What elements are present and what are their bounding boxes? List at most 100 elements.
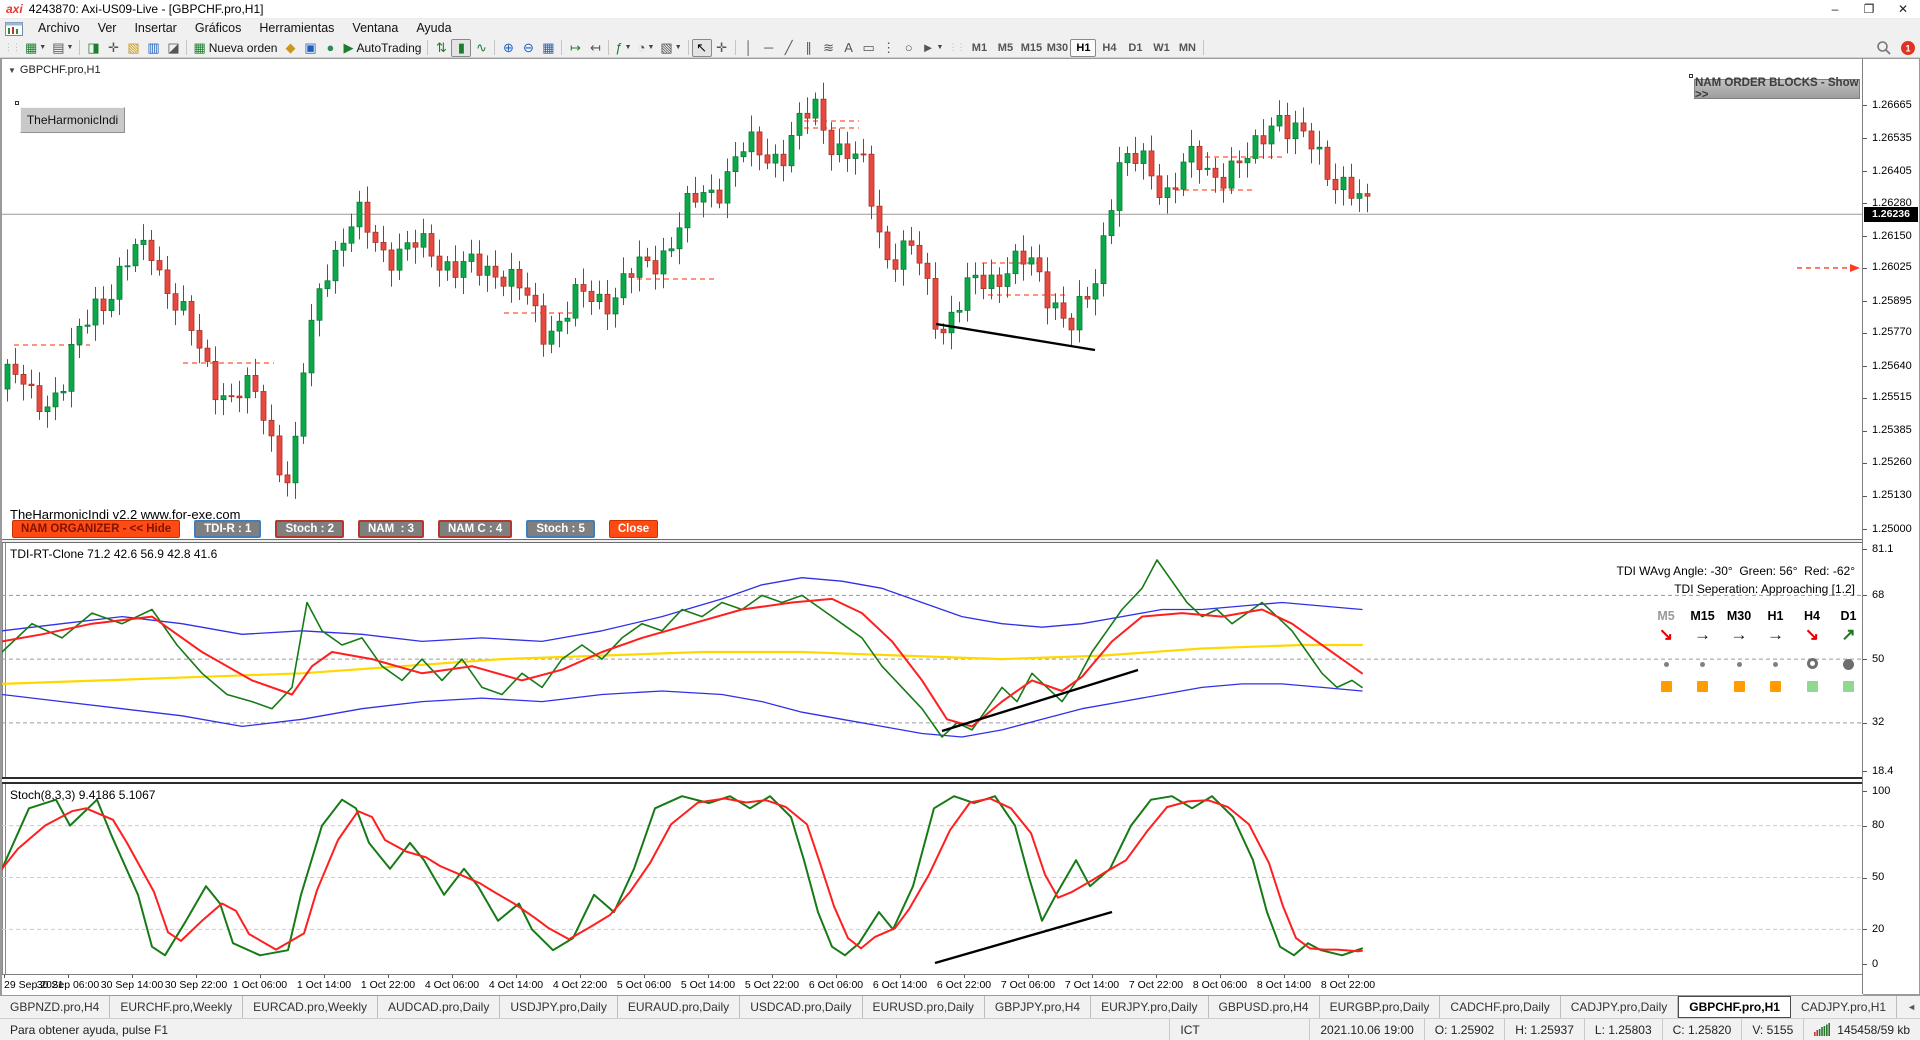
cycles-button[interactable]: ⋮ — [879, 39, 899, 57]
chart-tab[interactable]: EURAUD.pro,Daily — [618, 996, 740, 1018]
signals-button[interactable]: ● — [320, 39, 340, 57]
menu-item-herramientas[interactable]: Herramientas — [250, 19, 343, 38]
horizontal-line-button[interactable]: ─ — [759, 39, 779, 57]
organizer-button[interactable]: NAM C : 4 — [438, 520, 512, 538]
trendline-button[interactable]: ╱ — [779, 39, 799, 57]
main-chart-pane[interactable]: ▼ GBPCHF.pro,H1 TheHarmonicIndi NAM ORDE… — [2, 59, 1863, 539]
organizer-button[interactable]: Stoch : 2 — [275, 520, 344, 538]
templates-button[interactable]: ▧▼ — [657, 39, 684, 57]
crosshair-button[interactable]: ✛ — [712, 39, 732, 57]
minimize-button[interactable]: – — [1818, 0, 1852, 18]
organizer-button[interactable]: TDI-R : 1 — [194, 520, 261, 538]
harmonic-indicator-button[interactable]: TheHarmonicIndi — [20, 107, 125, 133]
chat-button[interactable]: ▣ — [300, 39, 320, 57]
candlestick-chart[interactable] — [2, 59, 1863, 539]
search-icon[interactable] — [1876, 40, 1892, 56]
chart-tab[interactable]: EURGBP.pro,Daily — [1320, 996, 1441, 1018]
chart-tab[interactable]: GBPNZD.pro,H4 — [0, 996, 110, 1018]
notifications-icon[interactable]: 1 — [1900, 40, 1916, 56]
price-scale[interactable]: 1.266651.265351.264051.262801.261501.260… — [1862, 59, 1919, 994]
label-button[interactable]: ▭ — [859, 39, 879, 57]
time-tick-mark — [4, 975, 5, 978]
timeframe-button-h1[interactable]: H1 — [1070, 39, 1096, 57]
tile-windows-button[interactable]: ▦ — [538, 39, 558, 57]
profiles-button[interactable]: ▤▼ — [49, 39, 76, 57]
organizer-button[interactable]: Close — [609, 520, 658, 538]
chart-tab[interactable]: CADJPY.pro,H1 — [1791, 996, 1897, 1018]
time-tick-label: 4 Oct 14:00 — [489, 979, 543, 991]
chart-tab[interactable]: GBPJPY.pro,H4 — [985, 996, 1091, 1018]
chart-tab[interactable]: GBPCHF.pro,H1 — [1678, 996, 1791, 1018]
navigator-button[interactable]: ▧ — [123, 39, 143, 57]
chart-tab[interactable]: AUDCAD.pro,Daily — [378, 996, 500, 1018]
text-button[interactable]: A — [839, 39, 859, 57]
strategy-tester-button[interactable]: ◪ — [163, 39, 183, 57]
menu-item-ayuda[interactable]: Ayuda — [407, 19, 460, 38]
periods-button[interactable]: ◔▼ — [635, 39, 658, 57]
menu-item-ver[interactable]: Ver — [89, 19, 126, 38]
organizer-button[interactable]: NAM ORGANIZER - << Hide — [12, 520, 180, 538]
organizer-button[interactable]: NAM : 3 — [358, 520, 424, 538]
line-chart-button[interactable]: ∿ — [471, 39, 491, 57]
ellipse-button[interactable]: ○ — [899, 39, 919, 57]
timeframe-button-m15[interactable]: M15 — [1018, 39, 1044, 57]
chart-tab[interactable]: CADJPY.pro,Daily — [1561, 996, 1678, 1018]
fibonacci-icon: ≋ — [823, 41, 834, 54]
terminal-button[interactable]: ▥ — [143, 39, 163, 57]
candlestick-chart-button[interactable]: ▮ — [451, 39, 471, 57]
nam-order-blocks-button[interactable]: NAM ORDER BLOCKS - Show >> — [1694, 79, 1860, 99]
timeframe-button-h4[interactable]: H4 — [1096, 39, 1122, 57]
new-order-button[interactable]: ▦Nueva orden — [190, 39, 280, 57]
chart-tab[interactable]: EURJPY.pro,Daily — [1091, 996, 1208, 1018]
market-watch-button[interactable]: ◨ — [83, 39, 103, 57]
menu-item-gráficos[interactable]: Gráficos — [186, 19, 251, 38]
metaeditor-button[interactable]: ◆ — [280, 39, 300, 57]
timeframe-button-m30[interactable]: M30 — [1044, 39, 1070, 57]
zoom-out-button[interactable]: ⊖ — [518, 39, 538, 57]
bar-chart-button[interactable]: ⇅ — [431, 39, 451, 57]
restore-button[interactable]: ❐ — [1852, 0, 1886, 18]
auto-scroll-button[interactable]: ↦ — [565, 39, 585, 57]
time-tick-label: 4 Oct 22:00 — [553, 979, 607, 991]
chevron-down-icon: ▼ — [39, 44, 46, 51]
chart-tab[interactable]: EURCAD.pro,Weekly — [243, 996, 378, 1018]
menu-item-archivo[interactable]: Archivo — [29, 19, 89, 38]
vertical-line-button[interactable]: │ — [739, 39, 759, 57]
timeframe-button-m5[interactable]: M5 — [992, 39, 1018, 57]
tdi-chart[interactable] — [2, 543, 1863, 777]
current-price-label: 1.26236 — [1864, 207, 1918, 222]
arrows-button[interactable]: ►▼ — [919, 39, 947, 57]
pane-splitter[interactable] — [2, 777, 1863, 784]
fibonacci-button[interactable]: ≋ — [819, 39, 839, 57]
time-tick-mark — [836, 975, 837, 978]
timeframe-button-m1[interactable]: M1 — [966, 39, 992, 57]
tdi-indicator-pane[interactable]: TDI-RT-Clone 71.2 42.6 56.9 42.8 41.6 TD… — [2, 543, 1863, 777]
chart-tab[interactable]: USDCAD.pro,Daily — [740, 996, 862, 1018]
scroll-left-icon[interactable]: ◄ — [1907, 1002, 1916, 1012]
data-window-button[interactable]: ✛ — [103, 39, 123, 57]
new-chart-button[interactable]: ▦▼ — [22, 39, 49, 57]
stochastic-pane[interactable]: Stoch(8,3,3) 9.4186 5.1067 — [2, 784, 1863, 974]
zoom-in-button[interactable]: ⊕ — [498, 39, 518, 57]
timeframe-button-w1[interactable]: W1 — [1148, 39, 1174, 57]
chart-shift-button[interactable]: ↤ — [585, 39, 605, 57]
autotrading-button[interactable]: ▶AutoTrading — [340, 39, 424, 57]
chart-tab[interactable]: CADCHF.pro,Daily — [1440, 996, 1560, 1018]
timeframe-button-mn[interactable]: MN — [1174, 39, 1200, 57]
organizer-button[interactable]: Stoch : 5 — [526, 520, 595, 538]
timeframe-button-d1[interactable]: D1 — [1122, 39, 1148, 57]
cursor-button[interactable]: ↖ — [692, 39, 712, 57]
time-axis[interactable]: 29 Sep 202130 Sep 06:0030 Sep 14:0030 Se… — [2, 974, 1863, 995]
stochastic-chart[interactable] — [2, 784, 1863, 974]
chart-tab[interactable]: EURUSD.pro,Daily — [863, 996, 985, 1018]
one-click-trading-arrow[interactable]: ▼ — [8, 66, 16, 75]
menu-item-ventana[interactable]: Ventana — [343, 19, 407, 38]
menu-item-insertar[interactable]: Insertar — [125, 19, 185, 38]
scale-tick-mark — [1863, 366, 1867, 367]
channel-button[interactable]: ∥ — [799, 39, 819, 57]
chart-tab[interactable]: EURCHF.pro,Weekly — [110, 996, 243, 1018]
close-button[interactable]: ✕ — [1886, 0, 1920, 18]
chart-tab[interactable]: USDJPY.pro,Daily — [500, 996, 617, 1018]
indicators-button[interactable]: ƒ▼ — [612, 39, 634, 57]
chart-tab[interactable]: GBPUSD.pro,H4 — [1209, 996, 1320, 1018]
